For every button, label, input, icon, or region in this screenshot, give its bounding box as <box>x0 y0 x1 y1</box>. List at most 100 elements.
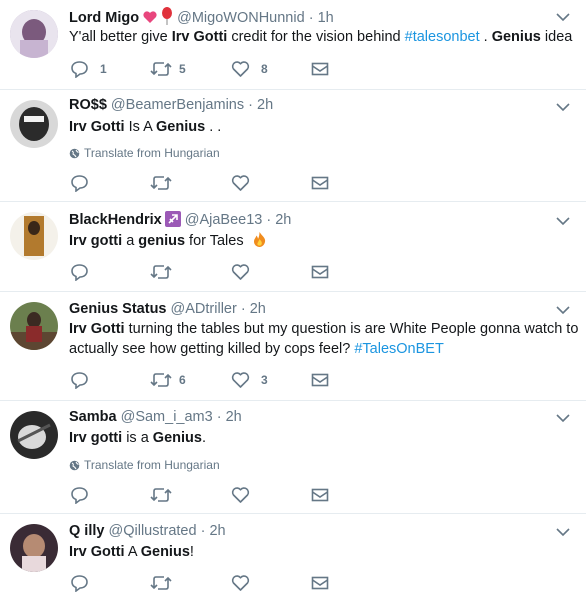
timestamp[interactable]: 2h <box>257 97 273 113</box>
tweet-actions: 1 5 8 <box>70 59 370 79</box>
translate-link[interactable]: Translate from Hungarian <box>69 145 220 161</box>
chevron-down-icon[interactable] <box>556 12 570 22</box>
retweet-button[interactable] <box>150 262 172 282</box>
tweet-actions <box>70 173 370 193</box>
avatar-image <box>10 411 58 459</box>
tweet-actions <box>70 573 370 593</box>
retweet-button[interactable] <box>150 173 172 193</box>
timestamp[interactable]: 1h <box>318 10 334 26</box>
tweet-header: Samba @Sam_i_am3 · 2h <box>69 407 242 427</box>
direct-message-button[interactable] <box>311 573 329 593</box>
user-handle[interactable]: @MigoWONHunnid <box>177 10 305 26</box>
chevron-down-icon[interactable] <box>556 305 570 315</box>
retweet-button[interactable] <box>150 573 172 593</box>
reply-button[interactable] <box>70 485 89 505</box>
separator-dot: · <box>216 409 222 425</box>
reply-button[interactable] <box>70 370 89 390</box>
display-name[interactable]: Genius Status <box>69 301 167 317</box>
timestamp[interactable]: 2h <box>275 212 291 228</box>
avatar[interactable] <box>10 212 58 260</box>
like-count: 8 <box>261 62 268 76</box>
user-handle[interactable]: @BeamerBenjamins <box>111 97 244 113</box>
like-button[interactable] <box>231 573 250 593</box>
avatar[interactable] <box>10 100 58 148</box>
avatar-image <box>10 100 58 148</box>
text-span: for Tales <box>185 233 248 249</box>
display-name[interactable]: Lord Migo <box>69 10 139 26</box>
fire-emoji-icon <box>251 231 268 254</box>
text-span-bold: Irv Gotti <box>69 544 125 560</box>
retweet-button[interactable]: 5 <box>150 59 186 79</box>
direct-message-button[interactable] <box>311 370 329 390</box>
text-span: Y'all better give <box>69 29 172 45</box>
separator-dot: · <box>266 212 272 228</box>
reply-button[interactable] <box>70 262 89 282</box>
user-handle[interactable]: @Sam_i_am3 <box>121 409 213 425</box>
direct-message-button[interactable] <box>311 485 329 505</box>
timestamp[interactable]: 2h <box>226 409 242 425</box>
avatar[interactable] <box>10 302 58 350</box>
hashtag-link[interactable]: #talesonbet <box>405 29 480 45</box>
display-name[interactable]: RO$$ <box>69 97 107 113</box>
user-handle[interactable]: @AjaBee13 <box>185 212 263 228</box>
like-button[interactable]: 3 <box>231 370 268 390</box>
reply-icon <box>71 61 88 78</box>
chevron-down-icon[interactable] <box>556 413 570 423</box>
envelope-icon <box>311 62 329 76</box>
translate-label: Translate from Hungarian <box>84 146 220 160</box>
reply-button[interactable] <box>70 573 89 593</box>
timestamp[interactable]: 2h <box>250 301 266 317</box>
tweet-item[interactable]: Samba @Sam_i_am3 · 2h Irv gotti is a Gen… <box>0 401 586 514</box>
chevron-down-icon[interactable] <box>556 102 570 112</box>
avatar[interactable] <box>10 10 58 58</box>
globe-icon <box>69 148 80 159</box>
chevron-down-icon[interactable] <box>556 216 570 226</box>
display-name[interactable]: Q illy <box>69 523 104 539</box>
heart-icon <box>231 175 250 191</box>
reply-icon <box>71 487 88 504</box>
avatar[interactable] <box>10 411 58 459</box>
chevron-down-icon[interactable] <box>556 527 570 537</box>
tweet-header: Lord Migo @MigoWONHunnid · 1h <box>69 7 334 27</box>
sagittarius-emoji-icon <box>164 211 181 233</box>
text-span-bold: Genius <box>140 544 190 560</box>
reply-button[interactable] <box>70 173 89 193</box>
retweet-button[interactable]: 6 <box>150 370 186 390</box>
direct-message-button[interactable] <box>311 59 329 79</box>
tweet-text: Irv gotti is a Genius. <box>69 428 574 448</box>
heart-icon <box>231 264 250 280</box>
reply-button[interactable]: 1 <box>70 59 107 79</box>
direct-message-button[interactable] <box>311 262 329 282</box>
like-button[interactable] <box>231 173 250 193</box>
text-span: credit for the vision behind <box>227 29 405 45</box>
tweet-item[interactable]: Q illy @Qillustrated · 2h Irv Gotti A Ge… <box>0 514 586 602</box>
tweet-item[interactable]: RO$$ @BeamerBenjamins · 2h Irv Gotti Is … <box>0 90 586 202</box>
display-name[interactable]: BlackHendrix <box>69 212 162 228</box>
tweet-item[interactable]: Lord Migo @MigoWONHunnid · 1h Y'all bett… <box>0 0 586 90</box>
tweet-item[interactable]: Genius Status @ADtriller · 2h Irv Gotti … <box>0 292 586 401</box>
hashtag-link[interactable]: #TalesOnBET <box>354 341 443 357</box>
tweet-item[interactable]: BlackHendrix @AjaBee13 · 2h Irv gotti a … <box>0 202 586 292</box>
like-button[interactable] <box>231 262 250 282</box>
like-button[interactable]: 8 <box>231 59 268 79</box>
text-span-bold: Genius <box>156 119 206 135</box>
user-handle[interactable]: @Qillustrated <box>109 523 197 539</box>
reply-icon <box>71 372 88 389</box>
text-span-bold: Irv Gotti <box>69 119 125 135</box>
reply-count: 1 <box>100 62 107 76</box>
retweet-icon <box>150 488 172 502</box>
envelope-icon <box>311 176 329 190</box>
translate-link[interactable]: Translate from Hungarian <box>69 457 220 473</box>
retweet-button[interactable] <box>150 485 172 505</box>
timestamp[interactable]: 2h <box>209 523 225 539</box>
direct-message-button[interactable] <box>311 173 329 193</box>
heart-icon <box>231 61 250 77</box>
tweet-header: RO$$ @BeamerBenjamins · 2h <box>69 95 273 115</box>
like-button[interactable] <box>231 485 250 505</box>
display-name[interactable]: Samba <box>69 409 117 425</box>
avatar[interactable] <box>10 524 58 572</box>
user-handle[interactable]: @ADtriller <box>171 301 237 317</box>
tweet-feed: Lord Migo @MigoWONHunnid · 1h Y'all bett… <box>0 0 586 602</box>
text-span-bold: Irv Gotti <box>171 29 228 45</box>
retweet-icon <box>150 176 172 190</box>
